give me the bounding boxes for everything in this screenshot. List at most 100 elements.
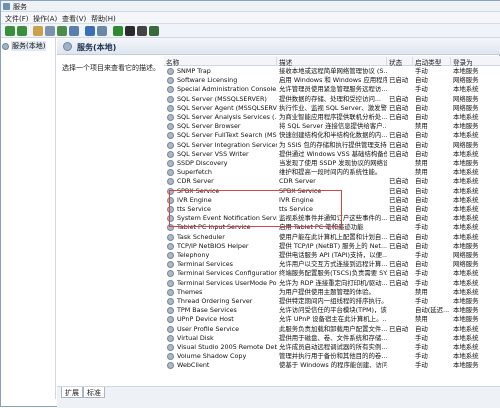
table-row[interactable]: SSDP Discovery 当发现了使用 SSDP 发现协议的网络设... 禁用 本… <box>164 159 500 168</box>
service-status <box>389 85 413 94</box>
service-gear-icon <box>167 114 174 121</box>
table-row[interactable]: Terminal Services UserMode Por... 允许为 RDP… <box>164 279 500 288</box>
back-icon[interactable] <box>5 26 15 36</box>
column-header-description[interactable]: 描述 <box>277 57 387 67</box>
column-header-logon-as[interactable]: 登录为 <box>451 57 500 67</box>
highlight-box <box>169 190 342 227</box>
table-row[interactable]: Thread Ordering Server 提供特定期间内一组线程的排序执行。 手… <box>164 297 500 306</box>
table-row[interactable]: SQL Server FullText Search (MS... 快速创建结构化… <box>164 131 500 140</box>
table-row[interactable]: SQL Server Integration Services 为 SSIS 包的… <box>164 141 500 150</box>
service-name: Terminal Services <box>177 260 233 269</box>
service-description: 执行作业、监视 SQL Server、激发警... <box>279 103 387 112</box>
column-header-startup-type[interactable]: 启动类型 <box>413 57 451 67</box>
service-gear-icon <box>167 178 174 186</box>
service-description: 启用 Windows 和 Windows 应用程序... <box>279 76 387 85</box>
restart-service-icon[interactable] <box>149 26 159 36</box>
export-list-icon[interactable] <box>69 26 79 36</box>
refresh-icon[interactable] <box>57 26 67 36</box>
help-icon[interactable] <box>85 26 95 36</box>
tab-extended[interactable]: 扩展 <box>61 387 83 398</box>
menu-file[interactable]: 文件(F) <box>5 14 29 24</box>
service-description: 提供电话服务 API (TAPI)支持，以便... <box>279 251 387 259</box>
service-logon-as: 本地服务 <box>453 241 479 250</box>
table-row[interactable]: User Profile Service 此服务负责加载和卸载用户配置文件... 已… <box>164 325 500 334</box>
service-description: 接收本地或远程简单网络管理协议 (S... <box>279 67 387 75</box>
console-tree: 服务(本地) <box>1 38 56 399</box>
service-gear-icon <box>167 86 174 94</box>
menu-help[interactable]: 帮助(H) <box>91 14 116 24</box>
service-status: 已启动 <box>389 94 409 103</box>
service-gear-icon <box>167 95 174 103</box>
service-status <box>389 306 413 315</box>
service-status <box>389 361 413 370</box>
menu-view[interactable]: 查看(V) <box>62 14 86 24</box>
service-description: 为 SSIS 包的存储和执行提供管理支持。 <box>279 140 387 149</box>
table-row[interactable]: WebClient 使基于 Windows 的程序能创建、访问... 手动 本地服务 <box>164 361 500 370</box>
service-name: TPM Base Services <box>177 306 237 315</box>
column-header-name[interactable]: 名称 <box>164 57 277 67</box>
service-status: 已启动 <box>389 186 409 195</box>
start-service-icon[interactable] <box>113 26 123 36</box>
table-row[interactable]: Superfetch 维护和提高一段时间内的系统性能。 禁用 本地系统 <box>164 168 500 177</box>
column-header-status[interactable]: 状态 <box>387 57 413 67</box>
service-description: 提供通过 Windows VSS 基础结构备份... <box>279 149 387 158</box>
show-hide-tree-icon[interactable] <box>45 26 55 36</box>
table-row[interactable]: Software Licensing 启用 Windows 和 Windows 应… <box>164 76 500 85</box>
service-description: 维护和提高一段时间内的系统性能。 <box>279 168 382 177</box>
column-header-row: 名称 描述 状态 启动类型 登录为 <box>164 56 500 67</box>
table-row[interactable]: SQL Server Browser 将 SQL Server 连接信息提供给客户… <box>164 122 500 131</box>
tab-standard[interactable]: 标准 <box>83 387 105 398</box>
service-logon-as: 本地服务 <box>453 122 479 131</box>
table-row[interactable]: Special Administration Console... 允许管理员使用… <box>164 85 500 94</box>
service-startup-type: 自动 <box>415 149 428 158</box>
service-startup-type: 手动 <box>415 251 428 259</box>
table-row[interactable]: Terminal Services Configuration 终端服务配置服务(… <box>164 269 500 278</box>
table-row[interactable]: SNMP Trap 接收本地或远程简单网络管理协议 (S... 手动 本地服务 <box>164 67 500 76</box>
service-description: 为用户提供使用主题管理的体验。 <box>279 287 375 296</box>
table-row[interactable]: UPnP Device Host 允许 UPnP 设备宿主在此计算机上。... 禁用… <box>164 315 500 324</box>
service-description: 快速创建结构化和半结构化数据的内... <box>279 131 387 140</box>
properties-icon[interactable] <box>97 26 107 36</box>
table-row[interactable]: Task Scheduler 使用户能在此计算机上配置和计划自... 已启动 自动 本地… <box>164 233 500 242</box>
service-startup-type: 自动 <box>415 241 428 250</box>
pause-service-icon[interactable] <box>137 26 147 36</box>
service-startup-type: 自动 <box>415 324 428 333</box>
service-status: 已启动 <box>389 113 409 121</box>
forward-icon[interactable] <box>17 26 27 36</box>
table-row[interactable]: SQL Server (MSSQLSERVER) 提供数据的存储、处理和受控访问.… <box>164 95 500 104</box>
table-row[interactable]: Telephony 提供电话服务 API (TAPI)支持，以便... 手动 网络服务 <box>164 251 500 260</box>
toolbar <box>1 24 500 38</box>
service-startup-type: 手动 <box>415 297 428 305</box>
table-row[interactable]: TCP/IP NetBIOS Helper 提供 TCP/IP (NetBT) 服… <box>164 242 500 251</box>
table-row[interactable]: Themes 为用户提供使用主题管理的体验。 禁用 本地系统 <box>164 288 500 297</box>
service-name: SSDP Discovery <box>177 159 228 167</box>
service-description: 允许管理员使用紧急管理服务远程访... <box>279 85 387 94</box>
table-row[interactable]: SQL Server VSS Writer 提供通过 Windows VSS 基础… <box>164 150 500 159</box>
service-startup-type: 自动 <box>415 177 428 186</box>
tree-node-services-local[interactable]: 服务(本地) <box>2 41 47 51</box>
service-logon-as: 本地系统 <box>453 333 479 342</box>
table-row[interactable]: TPM Base Services 允许访问受信任的平台模块(TPM)，该... 自… <box>164 306 500 315</box>
service-startup-type: 自动 <box>415 131 428 140</box>
menu-action[interactable]: 操作(A) <box>33 14 57 24</box>
title-bar: 服务 <box>1 1 500 12</box>
service-name: SQL Server Browser <box>177 122 241 131</box>
table-row[interactable]: Volume Shadow Copy 管理并执行用于备份和其他目的的卷... 手动 本… <box>164 352 500 361</box>
description-pane: 选择一个项目来查看它的描述。 <box>57 56 163 386</box>
service-gear-icon <box>167 160 174 167</box>
table-row[interactable]: Visual Studio 2005 Remote Debu...允许成员启动远… <box>164 343 500 352</box>
service-status: 已启动 <box>389 260 409 269</box>
table-row[interactable]: Virtual Disk 提供用于磁盘、卷、文件系统和存储... 手动 本地系统 <box>164 334 500 343</box>
table-row[interactable]: Terminal Services 允许用户以交互方式连接到远程计算... 已启动自… <box>164 260 500 269</box>
table-row[interactable]: SQL Server Analysis Services (... 为商业智能应用… <box>164 113 500 122</box>
services-app-icon <box>3 3 10 10</box>
table-row[interactable]: CDR Server CDR Server 已启动 自动 本地系统 <box>164 177 500 186</box>
service-name: SNMP Trap <box>177 67 211 75</box>
service-description: 当发现了使用 SSDP 发现协议的网络设... <box>279 159 387 167</box>
up-folder-icon[interactable] <box>33 26 43 36</box>
description-prompt: 选择一个项目来查看它的描述。 <box>62 64 160 72</box>
service-startup-type: 禁用 <box>415 287 428 296</box>
stop-service-icon[interactable] <box>125 26 135 36</box>
service-gear-icon <box>167 279 174 287</box>
table-row[interactable]: SQL Server Agent (MSSQLSERVER) 执行作业、监视 SQ… <box>164 104 500 113</box>
